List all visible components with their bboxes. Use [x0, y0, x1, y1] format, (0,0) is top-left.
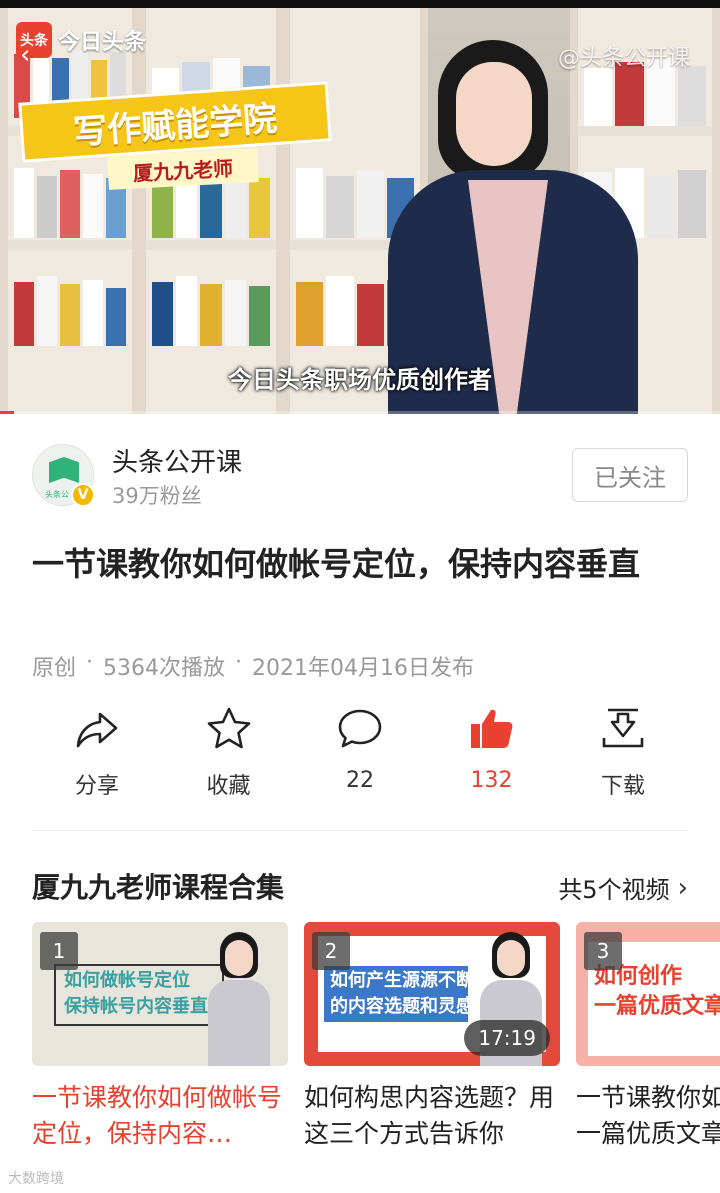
share-icon	[76, 712, 118, 748]
collection-count: 共5个视频	[558, 876, 670, 904]
meta-plays: 5364次播放	[103, 656, 226, 681]
meta-separator: ·	[235, 650, 243, 675]
collection-title: 厦九九老师课程合集	[32, 871, 285, 904]
item-index: 3	[584, 932, 622, 970]
share-label: 分享	[74, 774, 119, 799]
video-thumbnail[interactable]: 如何做帐号定位 保持帐号内容垂直 1	[32, 922, 288, 1066]
comment-count: 22	[346, 768, 374, 793]
status-strip	[0, 0, 720, 8]
video-progress-fill	[0, 411, 15, 414]
like-count: 132	[470, 768, 513, 793]
video-player[interactable]: 头条 今日头条 ‹ @头条公开课 写作赋能学院 厦九九老师 今日头条职场优质创作…	[0, 0, 720, 414]
author-fans-count: 39万粉丝	[112, 484, 202, 508]
thumbnail-title: 如何产生源源不断 的内容选题和灵感	[324, 966, 474, 1022]
app-logo: 头条 今日头条	[16, 22, 146, 58]
item-index: 1	[40, 932, 78, 970]
meta-type: 原创	[32, 656, 77, 681]
video-caption: 今日头条职场优质创作者	[228, 366, 492, 394]
presenter-figure	[388, 20, 638, 414]
favorite-button[interactable]: 收藏	[164, 704, 294, 804]
author-name[interactable]: 头条公开课	[112, 442, 242, 479]
thumbnail-title: 如何做帐号定位 保持帐号内容垂直	[64, 970, 208, 1017]
item-duration: 17:19	[464, 1020, 550, 1056]
item-title: 一节课教你如何创作出一篇优质文章	[576, 1083, 720, 1148]
back-arrow-icon[interactable]: ‹	[20, 40, 30, 70]
item-title: 一节课教你如何做帐号定位，保持内容…	[32, 1083, 283, 1148]
collection-item[interactable]: 如何创作 一篇优质文章 3 一节课教你如何创作出一篇优质文章	[576, 922, 720, 1152]
video-watermark: @头条公开课	[557, 46, 690, 71]
author-row: 头条公 V 头条公开课 39万粉丝 已关注	[32, 440, 688, 510]
comment-icon	[338, 709, 382, 748]
item-title: 如何构思内容选题？用这三个方式告诉你	[304, 1083, 555, 1148]
favorite-label: 收藏	[206, 774, 251, 799]
share-button[interactable]: 分享	[32, 704, 162, 804]
video-thumbnail[interactable]: 如何创作 一篇优质文章 3	[576, 922, 720, 1066]
divider	[32, 830, 688, 831]
download-button[interactable]: 下载	[558, 704, 688, 804]
collection-item[interactable]: 如何做帐号定位 保持帐号内容垂直 1 一节课教你如何做帐号定位，保持内容…	[32, 922, 288, 1152]
bookshelf	[138, 8, 284, 414]
verified-badge-icon: V	[71, 483, 95, 507]
follow-button[interactable]: 已关注	[572, 448, 688, 502]
video-progress-bar[interactable]	[0, 411, 720, 414]
download-icon	[602, 708, 644, 748]
video-meta: 原创 · 5364次播放 · 2021年04月16日发布	[32, 650, 474, 682]
star-icon	[207, 707, 250, 749]
app-logo-text: 今日头条	[58, 30, 147, 55]
video-thumbnail[interactable]: 如何产生源源不断 的内容选题和灵感 2 17:19	[304, 922, 560, 1066]
avatar[interactable]: 头条公 V	[32, 444, 95, 507]
download-label: 下载	[600, 774, 645, 799]
comment-button[interactable]: 22	[295, 704, 425, 804]
footer-watermark: 大数跨境	[8, 1171, 64, 1187]
item-index: 2	[312, 932, 350, 970]
thumbnail-title: 如何创作 一篇优质文章	[594, 964, 720, 1019]
like-button[interactable]: 132	[427, 704, 557, 804]
meta-separator: ·	[86, 650, 94, 675]
action-bar: 分享 收藏 22 132 下载	[32, 704, 688, 804]
video-title: 一节课教你如何做帐号定位，保持内容垂直	[32, 545, 641, 583]
thumbnail-host-figure	[208, 932, 270, 1066]
collection-item[interactable]: 如何产生源源不断 的内容选题和灵感 2 17:19 如何构思内容选题？用这三个方…	[304, 922, 560, 1152]
book-icon	[49, 457, 79, 483]
collection-list: 如何做帐号定位 保持帐号内容垂直 1 一节课教你如何做帐号定位，保持内容… 如何…	[32, 922, 720, 1162]
avatar-text: 头条公	[45, 490, 69, 499]
chevron-right-icon: ›	[677, 872, 688, 903]
thumbs-up-icon	[470, 709, 512, 748]
collection-count-link[interactable]: 共5个视频 ›	[558, 870, 688, 905]
meta-date: 2021年04月16日发布	[252, 656, 474, 681]
